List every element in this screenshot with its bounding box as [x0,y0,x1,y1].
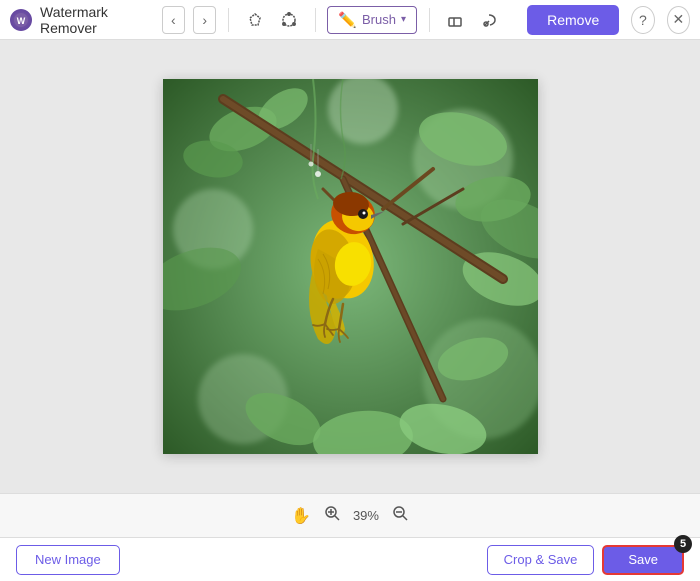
eraser-tool-button[interactable] [442,6,469,34]
help-button[interactable]: ? [631,6,654,34]
separator-1 [228,8,229,32]
bird-image [163,79,538,454]
main-canvas-area [0,40,700,493]
separator-2 [315,8,316,32]
chevron-down-icon: ▾ [401,14,406,25]
forward-button[interactable]: › [193,6,216,34]
crop-save-button[interactable]: Crop & Save [487,545,595,575]
footer: New Image Crop & Save 5 Save [0,537,700,581]
zoom-out-icon[interactable] [391,504,409,527]
app-title: Watermark Remover [40,4,146,36]
close-button[interactable]: ✕ [667,6,690,34]
app-logo: W [10,9,32,31]
svg-text:W: W [17,16,26,26]
lasso-tool-button[interactable] [241,6,268,34]
extra-tool-button[interactable] [476,6,503,34]
polygon-tool-button[interactable] [276,6,303,34]
separator-3 [429,8,430,32]
zoom-level: 39% [353,508,379,523]
image-container[interactable] [163,79,538,454]
remove-button[interactable]: Remove [527,5,619,35]
hand-icon[interactable]: ✋ [291,506,311,526]
back-button[interactable]: ‹ [162,6,185,34]
new-image-button[interactable]: New Image [16,545,120,575]
zoom-in-icon[interactable] [323,504,341,527]
brush-icon: ✏️ [338,11,357,29]
footer-right: Crop & Save 5 Save [487,545,684,575]
save-button[interactable]: Save [602,545,684,575]
notification-badge: 5 [674,535,692,553]
brush-tool-button[interactable]: ✏️ Brush ▾ [327,6,417,34]
brush-label: Brush [362,12,396,27]
titlebar: W Watermark Remover ‹ › ✏️ Brush ▾ [0,0,700,40]
statusbar: ✋ 39% [0,493,700,537]
